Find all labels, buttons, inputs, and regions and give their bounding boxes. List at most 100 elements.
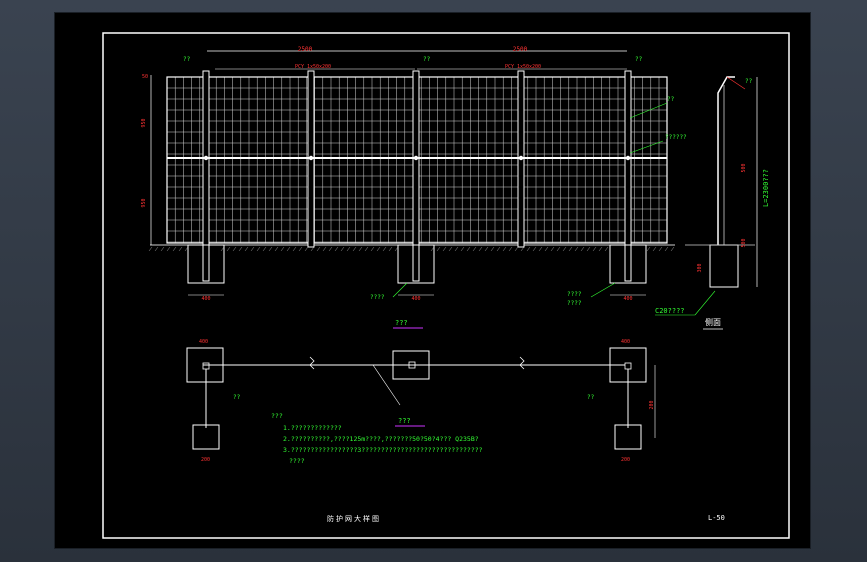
side-dim-1: 500 (741, 163, 747, 172)
hatch-stroke (358, 246, 363, 252)
hatch-stroke (526, 246, 531, 252)
hatch-stroke (514, 246, 519, 252)
mesh-spec-left: PCY 1x50x200 (295, 64, 331, 70)
plan-tag-right: ?? (587, 394, 595, 401)
hatch-stroke (556, 246, 561, 252)
plan-post-left (202, 362, 210, 370)
wire-tag: ?????? (665, 134, 687, 141)
hatch-stroke (334, 246, 339, 252)
plan-tag-left: ?? (233, 394, 241, 401)
hatch-stroke (262, 246, 267, 252)
hatch-stroke (442, 246, 447, 252)
hatch-stroke (346, 246, 351, 252)
hatch-stroke (226, 246, 231, 252)
hatch-stroke (148, 246, 153, 252)
hatch-stroke (520, 246, 525, 252)
hatch-stroke (478, 246, 483, 252)
hatch-stroke (256, 246, 261, 252)
hatch-stroke (238, 246, 243, 252)
plan-side-dim: 200 (649, 400, 655, 409)
hatch-stroke (292, 246, 297, 252)
hatch-stroke (244, 246, 249, 252)
hatch-stroke (460, 246, 465, 252)
plan-leader (372, 364, 401, 406)
hatch-stroke (280, 246, 285, 252)
side-post (717, 76, 735, 245)
cad-viewport: 400 400 400 2500 2500 PCY 1x50x200 PCY 1x5… (0, 0, 867, 562)
hatch-stroke (604, 246, 609, 252)
hatch-stroke (382, 246, 387, 252)
hatch-stroke (490, 246, 495, 252)
hatch-stroke (550, 246, 555, 252)
footing-width-dim: 400 (623, 296, 632, 302)
hatch-stroke (286, 246, 291, 252)
mesh-spec-right: PCY 1x50x200 (505, 64, 541, 70)
hatch-stroke (370, 246, 375, 252)
plan-title-1: ??? (395, 319, 408, 327)
hatch-stroke (484, 246, 489, 252)
hatch-stroke (232, 246, 237, 252)
concrete-tag: C20???? (655, 307, 685, 315)
hatch-stroke (532, 246, 537, 252)
hatch-stroke (562, 246, 567, 252)
found-tag-right-2: ???? (567, 300, 582, 307)
notes-heading: ??? (271, 412, 283, 420)
concrete-leader (694, 290, 716, 316)
hatch-stroke (466, 246, 471, 252)
notes-line-3: 3.?????????????????3????????????????????… (283, 446, 483, 454)
tag-left: ?? (183, 56, 191, 63)
span-right-dim: 2500 (513, 46, 528, 53)
hatch-stroke (160, 246, 165, 252)
side-footing (709, 244, 739, 288)
hatch-stroke (274, 246, 279, 252)
found-tag-left: ???? (370, 294, 385, 301)
post-main (202, 70, 210, 282)
height-upper-dim: 950 (141, 118, 147, 127)
hatch-stroke (388, 246, 393, 252)
break-mark-1 (309, 356, 315, 370)
hatch-stroke (448, 246, 453, 252)
hatch-stroke (154, 246, 159, 252)
side-section: L=2300??? 500 500 300 ?? C20???? 侧面 (655, 76, 770, 330)
plan-footing-left-low (192, 424, 220, 450)
mesh-leader (629, 102, 668, 119)
hatch-stroke (454, 246, 459, 252)
hatch-stroke (352, 246, 357, 252)
hatch-stroke (172, 246, 177, 252)
hatch-stroke (544, 246, 549, 252)
hatch-stroke (316, 246, 321, 252)
side-length-label: L=2300??? (762, 169, 770, 207)
hatch-stroke (598, 246, 603, 252)
tag-middle: ?? (423, 56, 431, 63)
post-main (412, 70, 420, 282)
plan-dim-3: 200 (201, 457, 210, 463)
drawing-canvas: 400 400 400 2500 2500 PCY 1x50x200 PCY 1x5… (102, 32, 790, 539)
plan-dim-2: 400 (621, 339, 630, 345)
hatch-stroke (574, 246, 579, 252)
hatch-stroke (592, 246, 597, 252)
hatch-stroke (580, 246, 585, 252)
hatch-stroke (250, 246, 255, 252)
hatch-stroke (268, 246, 273, 252)
title-block: 防护网大样图 L-50 (327, 514, 725, 523)
hatch-stroke (340, 246, 345, 252)
span-left-dim: 2500 (298, 46, 313, 53)
notes-line-2: 2.??????????,????125m????,???????50?50?4… (283, 435, 479, 443)
break-mark-2 (519, 356, 525, 370)
hatch-stroke (538, 246, 543, 252)
notes: ??? 1.????????????? 2.??????????,????125… (271, 412, 483, 465)
plan-footing-right-low (614, 424, 642, 450)
hatch-stroke (670, 246, 675, 252)
found-tag-right: ???? (567, 291, 582, 298)
hatch-stroke (658, 246, 663, 252)
hatch-stroke (304, 246, 309, 252)
plan-post-right (624, 362, 632, 370)
mesh-tag: ?? (667, 96, 675, 103)
footing-width-dim: 400 (411, 296, 420, 302)
notes-line-4: ???? (289, 457, 305, 465)
section-title: 侧面 (705, 317, 721, 327)
plan-dim-4: 200 (621, 457, 630, 463)
hatch-stroke (298, 246, 303, 252)
drawing-title: 防护网大样图 (327, 514, 381, 523)
hatch-stroke (496, 246, 501, 252)
